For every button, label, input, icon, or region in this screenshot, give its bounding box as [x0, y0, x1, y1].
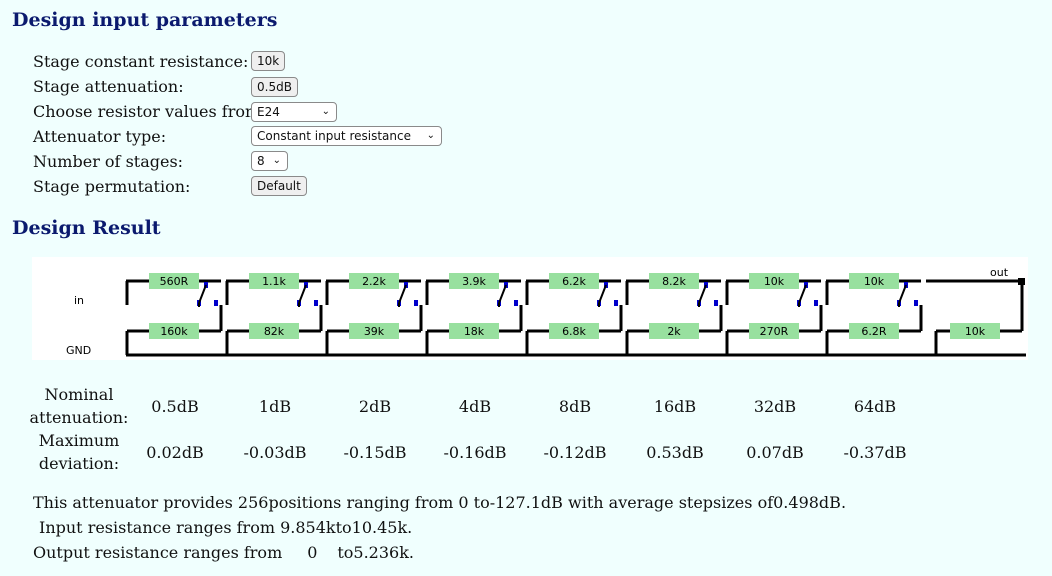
shunt-resistor-label: 6.8k — [562, 325, 586, 338]
positions-count: 256 — [237, 493, 269, 512]
deviation-row-label: Maximum deviation: — [38, 431, 120, 473]
stage-attenuation-button[interactable]: 0.5dB — [251, 77, 298, 97]
attenuator-type-label: Attenuator type: — [33, 127, 167, 146]
switch-contact — [414, 300, 418, 306]
design-input-heading: Design input parameters — [12, 9, 278, 31]
summary-text: to — [337, 543, 354, 562]
permutation-label: Stage permutation: — [33, 177, 191, 196]
summary-text: positions ranging from 0 to — [268, 493, 490, 512]
summary-text: with average stepsizes of — [568, 493, 774, 512]
switch-contact — [914, 300, 918, 306]
chevron-down-icon: ⌄ — [426, 130, 435, 141]
shunt-resistor-label: 82k — [264, 325, 285, 338]
series-resistor-label: 10k — [864, 275, 885, 288]
summary-text: . — [407, 518, 413, 537]
switch-contact — [214, 300, 218, 306]
switch-contact — [614, 300, 618, 306]
switch-blade — [798, 284, 807, 304]
permutation-button[interactable]: Default — [251, 176, 307, 196]
summary-text: to — [335, 518, 352, 537]
series-resistor-label: 1.1k — [262, 275, 286, 288]
switch-blade — [498, 284, 507, 304]
switch-contact — [314, 300, 318, 306]
resistor-series-label: Choose resistor values from: — [33, 102, 266, 121]
switch-blade — [598, 284, 607, 304]
switch-blade — [198, 284, 207, 304]
deviation-value: -0.12dB — [543, 443, 607, 462]
gnd-label: GND — [66, 344, 91, 357]
nominal-value: 64dB — [853, 397, 897, 416]
switch-blade — [698, 284, 707, 304]
switch-blade — [898, 284, 907, 304]
output-min: 0 — [307, 543, 318, 562]
out-label: out — [990, 266, 1009, 279]
summary-text: Output resistance ranges from — [33, 543, 283, 562]
shunt-resistor-label: 6.2R — [861, 325, 886, 338]
stage-resistance-label: Stage constant resistance: — [33, 52, 249, 71]
output-max: 5.236k — [353, 543, 409, 562]
summary-text: This attenuator provides — [33, 493, 233, 512]
summary-text: . — [408, 543, 414, 562]
nominal-value: 8dB — [558, 397, 592, 416]
nominal-row-label: Nominal attenuation: — [29, 385, 129, 427]
summary-line-positions: This attenuator provides 256positions ra… — [33, 493, 846, 512]
attenuation-range: -127.1dB — [489, 493, 563, 512]
input-min: 9.854k — [280, 518, 336, 537]
summary-text: . — [840, 493, 847, 512]
chevron-down-icon: ⌄ — [272, 155, 281, 166]
load-resistor-label: 10k — [965, 325, 986, 338]
in-label: in — [74, 294, 84, 307]
series-resistor-label: 8.2k — [662, 275, 686, 288]
nominal-value: 1dB — [258, 397, 292, 416]
switch-blade — [298, 284, 307, 304]
series-resistor-label: 560R — [160, 275, 189, 288]
deviation-value: -0.03dB — [243, 443, 307, 462]
resistor-series-select[interactable]: E24 ⌄ — [251, 102, 337, 122]
stage-resistance-button[interactable]: 10k — [251, 51, 286, 71]
switch-contact — [814, 300, 818, 306]
shunt-resistor-label: 270R — [760, 325, 789, 338]
series-resistor-label: 2.2k — [362, 275, 386, 288]
series-resistor-label: 6.2k — [562, 275, 586, 288]
num-stages-select[interactable]: 8 ⌄ — [251, 151, 288, 171]
attenuator-type-value: Constant input resistance — [257, 129, 411, 143]
design-result-heading: Design Result — [12, 217, 161, 239]
shunt-resistor-label: 160k — [160, 325, 188, 338]
summary-text: Input resistance ranges from — [39, 518, 276, 537]
deviation-value: 0.53dB — [646, 443, 704, 462]
chevron-down-icon: ⌄ — [321, 106, 330, 117]
deviation-value: 0.07dB — [746, 443, 804, 462]
num-stages-label: Number of stages: — [33, 152, 184, 171]
nominal-value: 16dB — [653, 397, 697, 416]
series-resistor-label: 10k — [764, 275, 785, 288]
switch-blade — [398, 284, 407, 304]
shunt-resistor-label: 2k — [667, 325, 681, 338]
attenuator-type-select[interactable]: Constant input resistance ⌄ — [251, 126, 442, 146]
stage-attenuation-label: Stage attenuation: — [33, 77, 184, 96]
switch-contact — [514, 300, 518, 306]
deviation-value: -0.16dB — [443, 443, 507, 462]
series-resistor-label: 3.9k — [462, 275, 486, 288]
num-stages-value: 8 — [257, 154, 265, 168]
nominal-value: 2dB — [358, 397, 392, 416]
attenuator-schematic: in GND out 560R 160k 1.1k 82k 2.2k 39k 3.9k 18k… — [32, 257, 1028, 360]
switch-contact — [714, 300, 718, 306]
input-max: 10.45k — [351, 518, 408, 537]
resistor-series-value: E24 — [257, 105, 280, 119]
nominal-value: 4dB — [458, 397, 492, 416]
average-step: 0.498dB — [773, 493, 841, 512]
deviation-value: -0.37dB — [843, 443, 907, 462]
shunt-resistor-label: 39k — [364, 325, 385, 338]
summary-line-input: Input resistance ranges from 9.854kto10.… — [39, 518, 412, 537]
shunt-resistor-label: 18k — [464, 325, 485, 338]
deviation-value: -0.15dB — [343, 443, 407, 462]
nominal-value: 0.5dB — [151, 397, 199, 416]
summary-line-output: Output resistance ranges from 0 to5.236k. — [33, 543, 414, 562]
nominal-value: 32dB — [753, 397, 797, 416]
output-terminal — [1018, 278, 1025, 285]
deviation-value: 0.02dB — [146, 443, 204, 462]
